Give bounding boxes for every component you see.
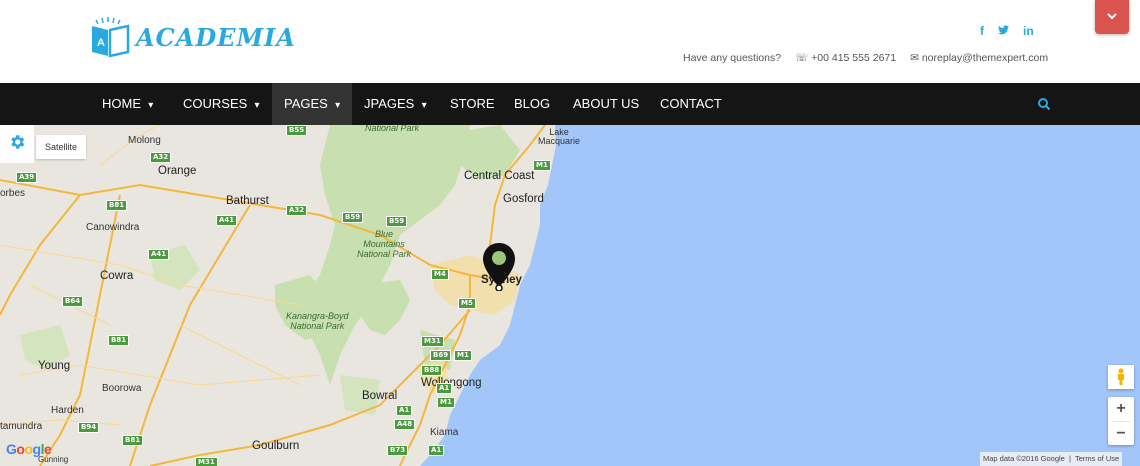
chevron-down-icon [1107,11,1117,23]
phone-icon: ☏ [795,52,809,64]
nav-item-jpages[interactable]: JPAGES ▾ [352,83,439,125]
map-label-kiama: Kiama [430,427,459,438]
search-icon[interactable] [1037,97,1051,111]
road-shield: B81 [108,335,130,346]
road-shield: M4 [431,269,449,280]
zoom-controls: + − [1108,397,1134,445]
road-shield: A39 [16,172,38,183]
map-label-kanangra-boyd: Kanangra-Boyd National Park [286,311,349,331]
caret-down-icon: ▾ [421,100,427,111]
nav-item-store[interactable]: STORE [450,83,495,125]
road-shield: A1 [428,445,445,456]
road-shield: A32 [150,152,172,163]
svg-text:A: A [97,37,105,49]
gear-icon [8,133,26,156]
book-logo-icon: A [88,16,132,58]
nav-item-contact[interactable]: CONTACT [660,83,722,125]
road-shield: B59 [386,216,408,227]
terms-of-use-link[interactable]: Terms of Use [1075,454,1119,463]
road-shield: A41 [148,249,170,260]
map-label-orange: Orange [158,165,197,177]
map-settings-button[interactable] [0,125,34,163]
road-shield: A41 [216,215,238,226]
road-shield: B94 [78,422,100,433]
zoom-out-button[interactable]: − [1108,422,1134,446]
map-label-gosford: Gosford [503,193,544,205]
map-marker-icon[interactable] [481,241,517,292]
map-label-orbes: orbes [0,188,26,199]
road-shield: A32 [286,205,308,216]
map-label-goulburn: Goulburn [252,440,300,452]
road-shield: M5 [458,298,476,309]
contact-info: Have any questions? ☏ +00 415 555 2671 ✉… [683,52,1048,64]
map-label-tamundra: tamundra [0,421,43,432]
map-label-central-coast: Central Coast [464,170,535,182]
contact-question: Have any questions? [683,52,782,64]
site-logo[interactable]: A ACADEMIA [88,16,296,58]
main-nav: HOME ▾ COURSES ▾ PAGES ▾ JPAGES ▾ STORE … [0,83,1140,125]
road-shield: B73 [387,445,409,456]
map-label-bathurst: Bathurst [226,195,269,207]
road-shield: A48 [394,419,416,430]
map-label-young: Young [38,360,71,372]
caret-down-icon: ▾ [335,100,341,111]
pegman-icon[interactable] [1108,365,1134,389]
map-label-canowindra: Canowindra [86,222,140,233]
road-shield: B55 [286,125,308,136]
satellite-toggle-button[interactable]: Satellite [36,135,86,159]
site-header: A ACADEMIA f in Have any questions? ☏ +0… [0,0,1140,83]
nav-item-about-us[interactable]: ABOUT US [573,83,639,125]
zoom-in-button[interactable]: + [1108,397,1134,421]
map-label-bowral: Bowral [362,390,398,402]
road-shield: M31 [421,336,444,347]
road-shield: M31 [195,457,218,466]
google-map[interactable]: Molong Orange orbes Bathurst Canowindra … [0,125,1140,466]
road-shield: B59 [342,212,364,223]
logo-text: ACADEMIA [136,22,296,52]
map-label-blue-mountains: Blue Mountains National Park [357,229,412,259]
caret-down-icon: ▾ [148,100,154,111]
google-logo[interactable]: Google [6,441,52,457]
map-label-molong: Molong [128,135,161,146]
road-shield: B88 [421,365,443,376]
map-label-national-park: National Park [365,125,420,133]
linkedin-icon[interactable]: in [1023,24,1034,38]
facebook-icon[interactable]: f [980,24,984,38]
road-shield: A1 [396,405,413,416]
envelope-icon: ✉ [910,52,919,64]
map-label-cowra: Cowra [100,270,134,282]
road-shield: B81 [106,200,128,211]
nav-item-pages[interactable]: PAGES ▾ [272,83,352,125]
road-shield: A1 [436,383,453,394]
road-shield: M1 [437,397,455,408]
road-shield: B81 [122,435,144,446]
contact-phone: ☏ +00 415 555 2671 [795,52,897,64]
road-shield: B69 [430,350,452,361]
twitter-icon[interactable] [998,24,1009,38]
map-attribution: Map data ©2016 Google | Terms of Use [980,452,1123,466]
caret-down-icon: ▾ [254,100,260,111]
nav-item-home[interactable]: HOME ▾ [88,83,167,125]
road-shield: M1 [533,160,551,171]
top-panel-toggle[interactable] [1095,0,1129,34]
road-shield: M1 [454,350,472,361]
nav-item-courses[interactable]: COURSES ▾ [169,83,274,125]
map-data-text: Map data ©2016 Google [983,454,1065,463]
nav-item-blog[interactable]: BLOG [514,83,550,125]
contact-email[interactable]: ✉ noreplay@themexpert.com [910,52,1048,64]
road-shield: B64 [62,296,84,307]
social-links: f in [980,24,1034,38]
map-label-boorowa: Boorowa [102,383,142,394]
map-label-lake-macquarie: Lake Macquarie [538,127,581,146]
map-label-harden: Harden [51,405,84,416]
